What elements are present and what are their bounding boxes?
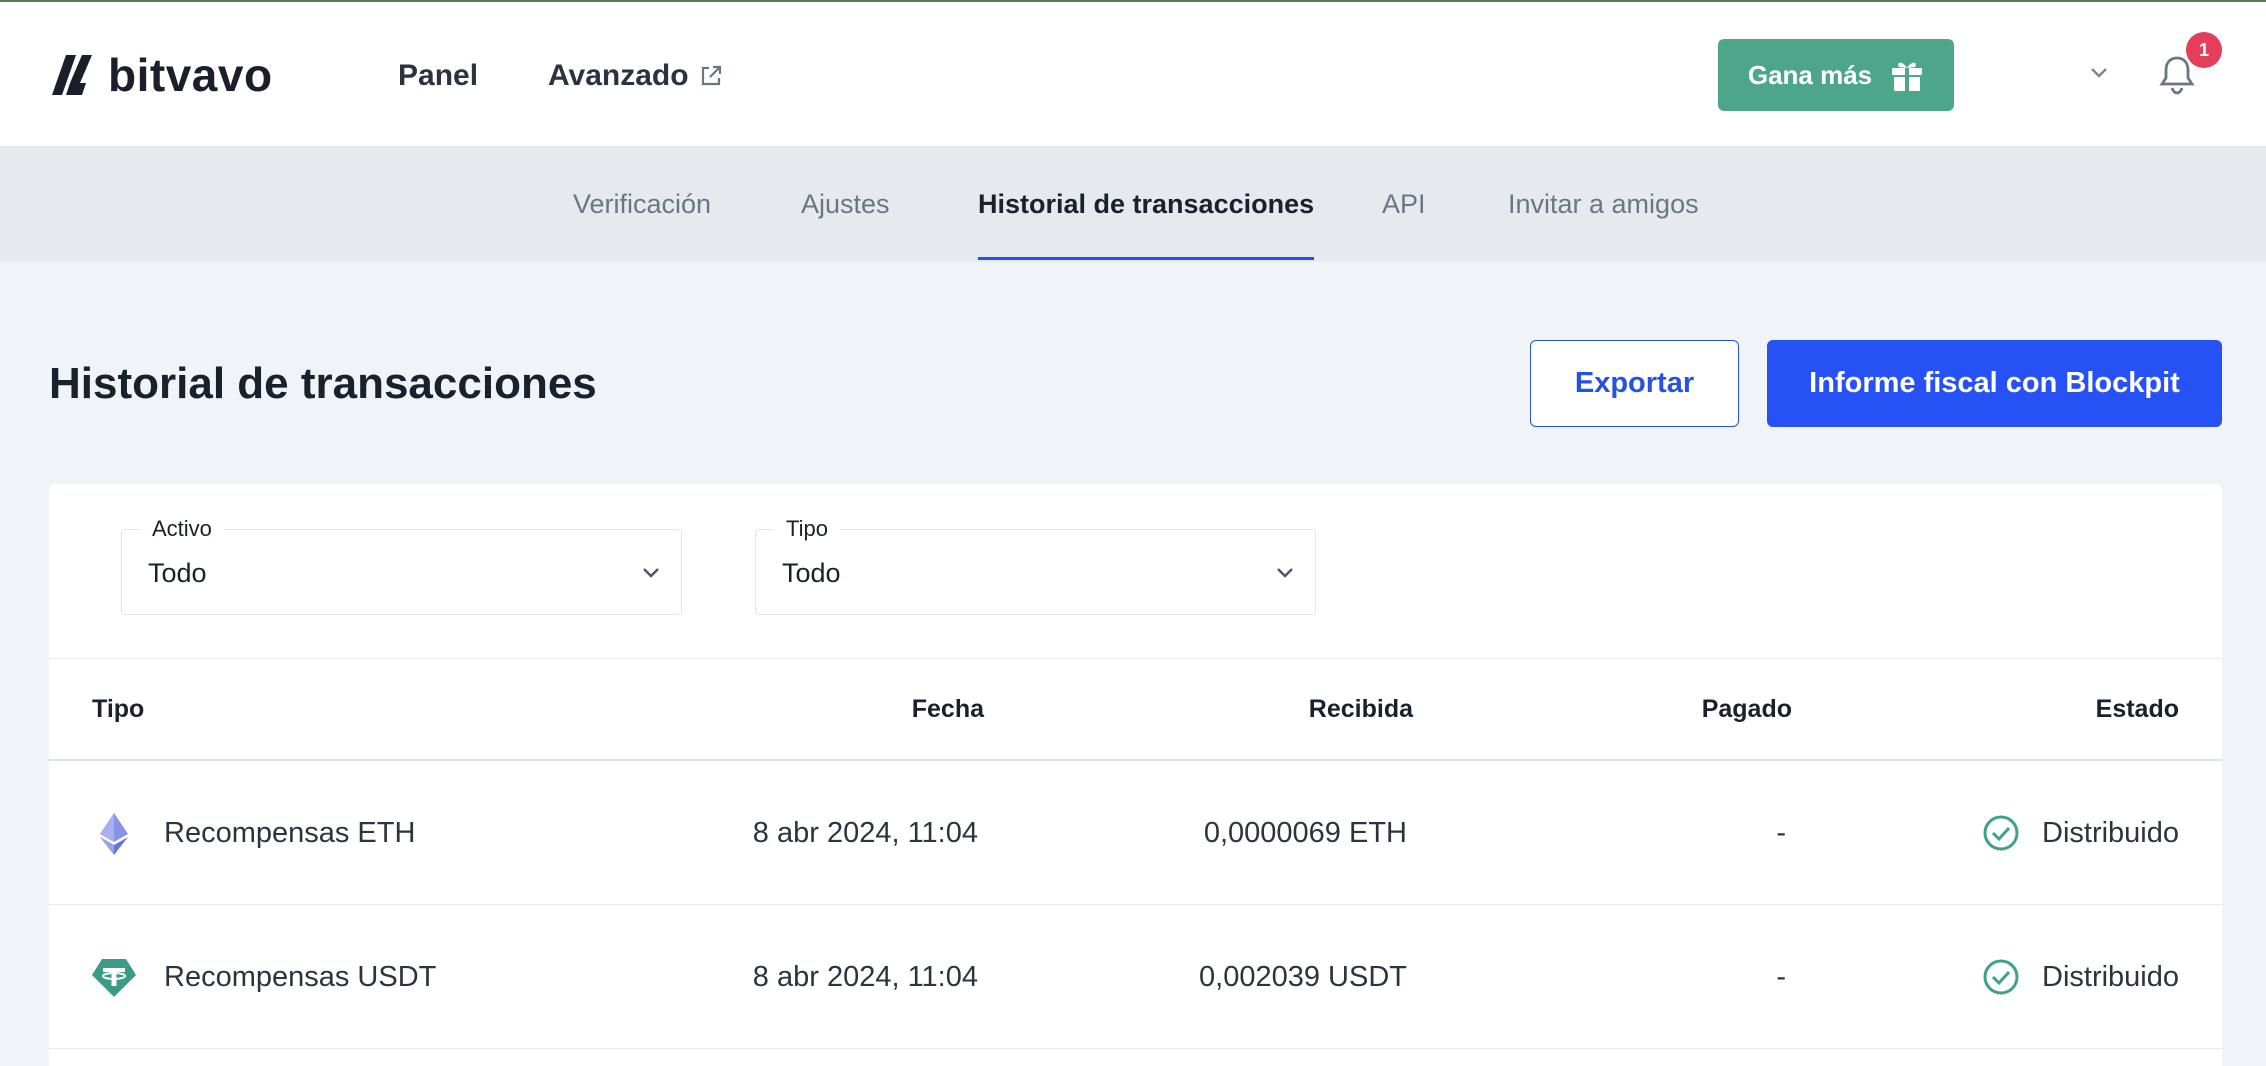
nav-avanzado-link[interactable]: Avanzado bbox=[548, 56, 723, 96]
bitvavo-logo[interactable]: bitvavo bbox=[52, 50, 273, 100]
column-header-fecha: Fecha bbox=[911, 694, 984, 723]
table-row[interactable]: Recompensas USDT 8 abr 2024, 11:04 0,002… bbox=[49, 905, 2222, 1049]
column-header-tipo: Tipo bbox=[92, 694, 145, 723]
row-paid: - bbox=[1776, 816, 1786, 849]
row-type-label: Recompensas ETH bbox=[164, 816, 416, 849]
row-status-label: Distribuido bbox=[2042, 816, 2179, 849]
gift-icon bbox=[1892, 62, 1923, 91]
bitvavo-logo-icon bbox=[52, 55, 92, 95]
export-button[interactable]: Exportar bbox=[1530, 340, 1739, 427]
top-header: bitvavo Panel Avanzado Gana más 1 bbox=[0, 2, 2266, 146]
row-status: Distribuido bbox=[1982, 905, 2179, 1049]
asset-filter-value: Todo bbox=[148, 558, 207, 588]
row-received: 0,002039 USDT bbox=[1199, 960, 1407, 993]
tab-api[interactable]: API bbox=[1382, 146, 1426, 262]
row-type-label: Recompensas USDT bbox=[164, 960, 437, 993]
blockpit-tax-report-button[interactable]: Informe fiscal con Blockpit bbox=[1767, 340, 2222, 427]
tab-historial-transacciones[interactable]: Historial de transacciones bbox=[978, 146, 1315, 262]
gana-mas-button[interactable]: Gana más bbox=[1718, 39, 1954, 111]
nav-panel-link[interactable]: Panel bbox=[398, 56, 478, 96]
chevron-down-icon bbox=[643, 568, 659, 578]
asset-filter-label: Activo bbox=[140, 514, 224, 544]
table-row[interactable]: Recompensas ETH 8 abr 2024, 11:04 0,0000… bbox=[49, 761, 2222, 905]
type-filter-label: Tipo bbox=[774, 514, 840, 544]
tab-verificacion[interactable]: Verificación bbox=[573, 146, 711, 262]
transactions-card: Activo Todo Tipo Todo Tipo Fecha Recibid… bbox=[49, 484, 2222, 1066]
logo-text: bitvavo bbox=[108, 49, 273, 101]
eth-icon bbox=[100, 813, 128, 855]
row-type-cell: Recompensas USDT bbox=[92, 905, 436, 1049]
page-title: Historial de transacciones bbox=[49, 359, 597, 408]
asset-filter-select[interactable]: Activo Todo bbox=[121, 514, 682, 615]
tab-ajustes[interactable]: Ajustes bbox=[801, 146, 890, 262]
check-circle-icon bbox=[1983, 959, 2019, 995]
nav-avanzado-label: Avanzado bbox=[548, 59, 689, 92]
settings-tabs: Verificación Ajustes Historial de transa… bbox=[0, 146, 2266, 262]
column-header-recibida: Recibida bbox=[1308, 694, 1413, 723]
gana-mas-label: Gana más bbox=[1747, 59, 1873, 90]
tab-invitar-amigos[interactable]: Invitar a amigos bbox=[1508, 146, 1699, 262]
account-chevron-down-icon[interactable] bbox=[2088, 66, 2110, 80]
row-type-cell: Recompensas ETH bbox=[92, 761, 415, 905]
row-received: 0,0000069 ETH bbox=[1203, 816, 1407, 849]
notifications-badge: 1 bbox=[2186, 32, 2222, 68]
type-filter-select[interactable]: Tipo Todo bbox=[755, 514, 1316, 615]
row-status-label: Distribuido bbox=[2042, 960, 2179, 993]
usdt-icon bbox=[92, 959, 136, 997]
table-header: Tipo Fecha Recibida Pagado Estado bbox=[49, 658, 2222, 761]
row-date: 8 abr 2024, 11:04 bbox=[752, 960, 978, 993]
row-date: 8 abr 2024, 11:04 bbox=[752, 816, 978, 849]
check-circle-icon bbox=[1983, 815, 2019, 851]
external-link-icon bbox=[701, 65, 721, 86]
chevron-down-icon bbox=[1277, 568, 1293, 578]
row-status: Distribuido bbox=[1982, 761, 2179, 905]
type-filter-value: Todo bbox=[782, 558, 841, 588]
column-header-estado: Estado bbox=[2095, 694, 2179, 723]
row-paid: - bbox=[1776, 960, 1786, 993]
column-header-pagado: Pagado bbox=[1701, 694, 1792, 723]
